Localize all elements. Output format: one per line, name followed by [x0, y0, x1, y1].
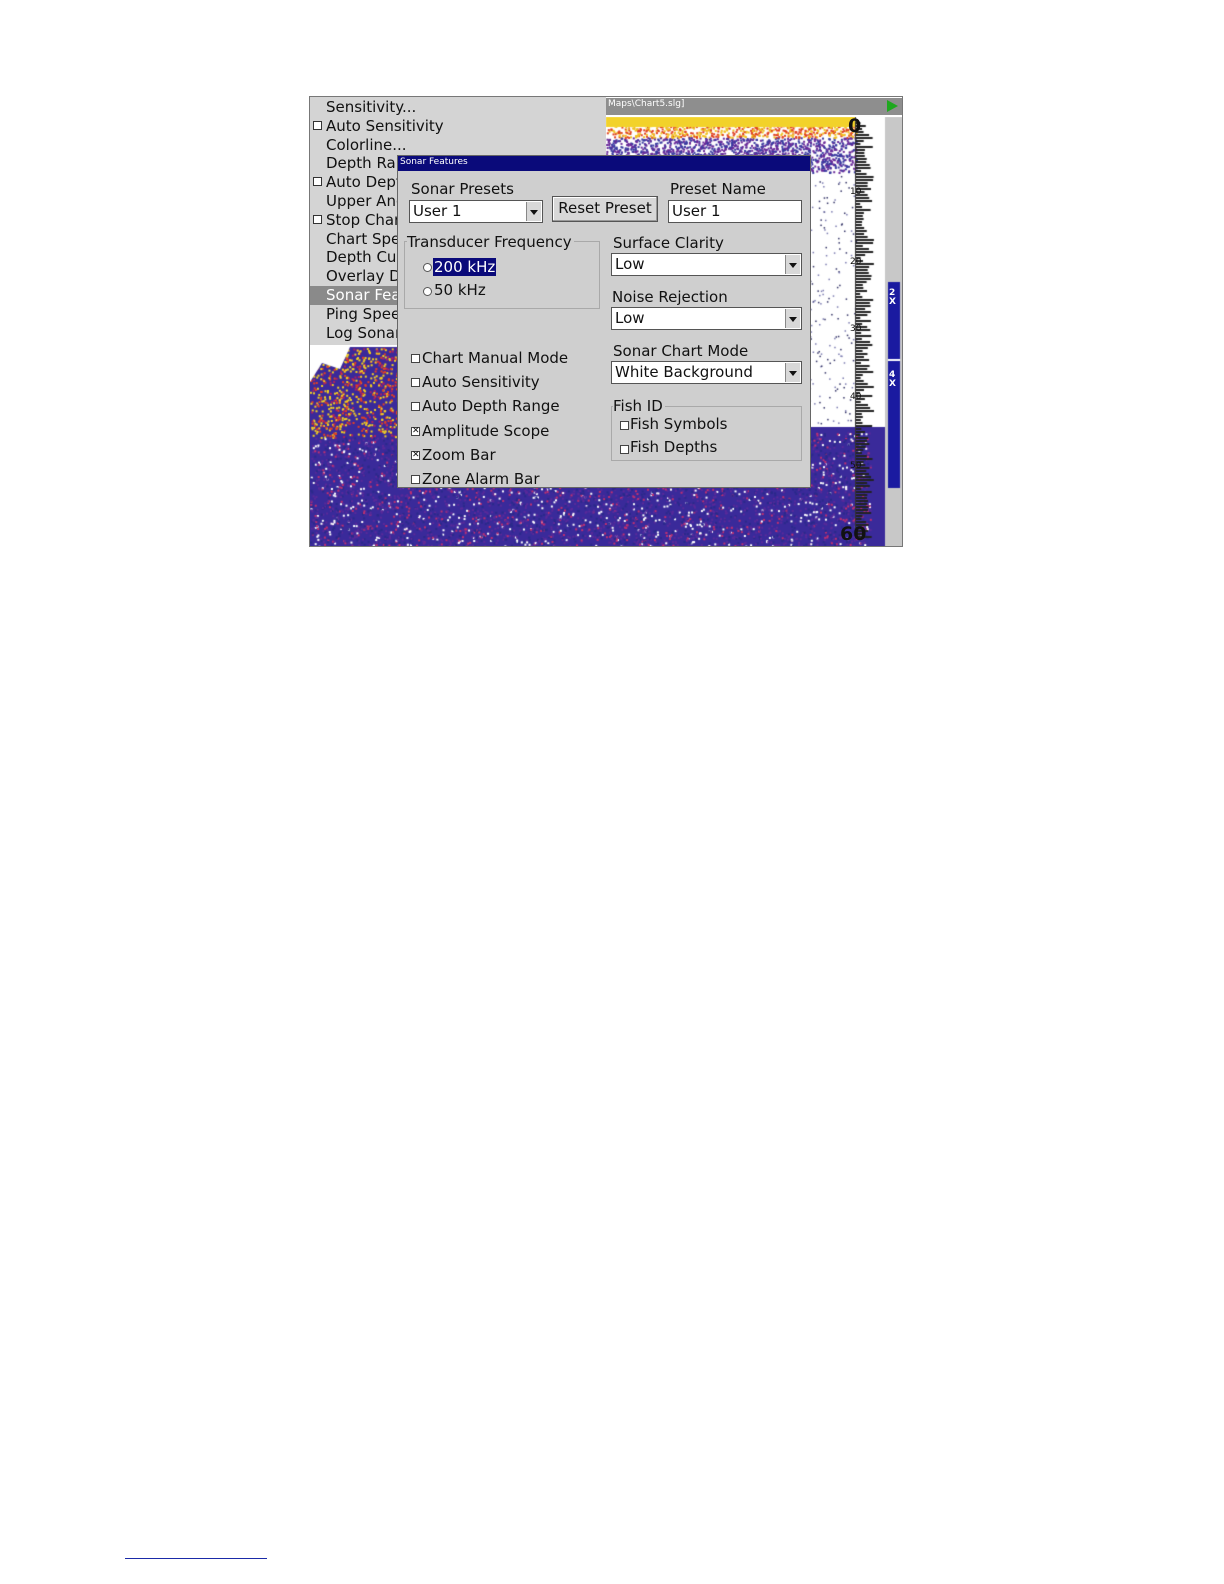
transducer-frequency-label: Transducer Frequency	[407, 233, 574, 251]
zoom-4x-label[interactable]: 4X	[889, 371, 899, 389]
freq-200-radio[interactable]	[423, 263, 432, 272]
depth-bottom-label: 60	[840, 523, 867, 545]
sonar-chart-mode-value: White Background	[615, 363, 753, 381]
noise-rejection-value: Low	[615, 309, 645, 327]
option-checkbox[interactable]	[411, 378, 420, 388]
zoom-2x-label[interactable]: 2X	[889, 289, 899, 307]
option-label: Zoom Bar	[422, 445, 496, 464]
dialog-title: Sonar Features	[400, 157, 468, 167]
sonar-presets-label: Sonar Presets	[411, 180, 514, 198]
freq-200-label-wrap: 200 kHz	[433, 258, 497, 276]
footnote-rule	[125, 1558, 267, 1559]
preset-name-label: Preset Name	[670, 180, 766, 198]
surface-clarity-value: Low	[615, 255, 645, 273]
option-checkbox[interactable]: ✕	[411, 450, 420, 460]
menu-item-label: Log Sonar	[326, 323, 402, 342]
menu-item[interactable]: Colorline...	[310, 136, 606, 155]
chevron-down-icon[interactable]	[785, 309, 800, 328]
option-checkbox[interactable]: ✕	[411, 426, 420, 436]
depth-top-label: 0	[848, 115, 862, 137]
menu-checkbox[interactable]	[313, 214, 322, 224]
option-label: Auto Depth Range	[422, 397, 560, 416]
menu-checkbox[interactable]	[313, 120, 322, 130]
noise-rejection-select[interactable]: Low	[611, 307, 802, 330]
freq-50-radio[interactable]	[423, 287, 432, 296]
fish-symbols-checkbox[interactable]	[620, 421, 629, 430]
menu-item-label: Overlay D	[326, 267, 401, 286]
sonar-chart-mode-select[interactable]: White Background	[611, 361, 802, 384]
sonar-features-dialog: Sonar Features Sonar Presets User 1 Rese…	[397, 155, 811, 488]
option-label: Amplitude Scope	[422, 421, 550, 440]
fish-symbols-label: Fish Symbols	[630, 415, 728, 433]
menu-item-label: Chart Spe	[326, 229, 401, 248]
option-checkbox[interactable]	[411, 475, 420, 484]
sonar-presets-value: User 1	[413, 202, 462, 220]
option-label: Auto Sensitivity	[422, 373, 540, 392]
menu-item-label: Colorline...	[326, 135, 407, 154]
sonar-presets-select[interactable]: User 1	[409, 200, 543, 223]
menu-item-label: Auto Dept	[326, 173, 402, 192]
option-checkbox[interactable]	[411, 402, 420, 412]
fish-id-label: Fish ID	[613, 397, 665, 415]
dialog-title-bar: Sonar Features	[398, 156, 810, 171]
map-title: Maps\Chart5.slg]	[608, 99, 685, 109]
menu-item-label: Sensitivity...	[326, 98, 417, 116]
freq-200-label: 200 kHz	[433, 258, 497, 276]
menu-checkbox[interactable]	[313, 177, 322, 187]
surface-clarity-label: Surface Clarity	[613, 234, 724, 252]
menu-item-label: Ping Spee	[326, 304, 401, 323]
sonar-chart-mode-label: Sonar Chart Mode	[613, 342, 749, 360]
menu-item[interactable]: Sensitivity...	[310, 98, 606, 117]
menu-item-label: Depth Cur	[326, 248, 403, 267]
option-label: Chart Manual Mode	[422, 349, 569, 367]
menu-item-label: Upper And	[326, 192, 406, 210]
surface-clarity-select[interactable]: Low	[611, 253, 802, 276]
depth-tick-30: 30	[850, 324, 862, 334]
option-label: Zone Alarm Bar	[422, 470, 540, 488]
fish-depths-checkbox[interactable]	[620, 445, 629, 454]
reset-preset-button[interactable]: Reset Preset	[552, 196, 658, 222]
menu-item-label: Stop Char	[326, 210, 401, 229]
chevron-down-icon[interactable]	[526, 202, 541, 221]
freq-50-label: 50 kHz	[434, 281, 486, 299]
menu-item-label: Sonar Fea	[326, 286, 401, 304]
menu-item-label: Auto Sensitivity	[326, 116, 444, 135]
chevron-down-icon[interactable]	[785, 255, 800, 274]
fish-depths-label: Fish Depths	[630, 438, 718, 456]
play-icon[interactable]	[887, 100, 898, 112]
menu-item[interactable]: Auto Sensitivity	[310, 117, 606, 136]
depth-tick-10: 10	[850, 187, 862, 197]
noise-rejection-label: Noise Rejection	[612, 288, 728, 306]
option-checkbox[interactable]	[411, 354, 420, 363]
depth-tick-20: 20	[850, 257, 862, 267]
depth-tick-50: 50	[850, 461, 862, 471]
depth-tick-40: 40	[850, 392, 862, 402]
chevron-down-icon[interactable]	[785, 363, 800, 382]
menu-item-label: Depth Rar	[326, 154, 402, 173]
preset-name-input[interactable]: User 1	[668, 200, 802, 223]
sonar-screen: Maps\Chart5.slg] 0 10 20 30 40 50 60 2X …	[309, 96, 903, 547]
